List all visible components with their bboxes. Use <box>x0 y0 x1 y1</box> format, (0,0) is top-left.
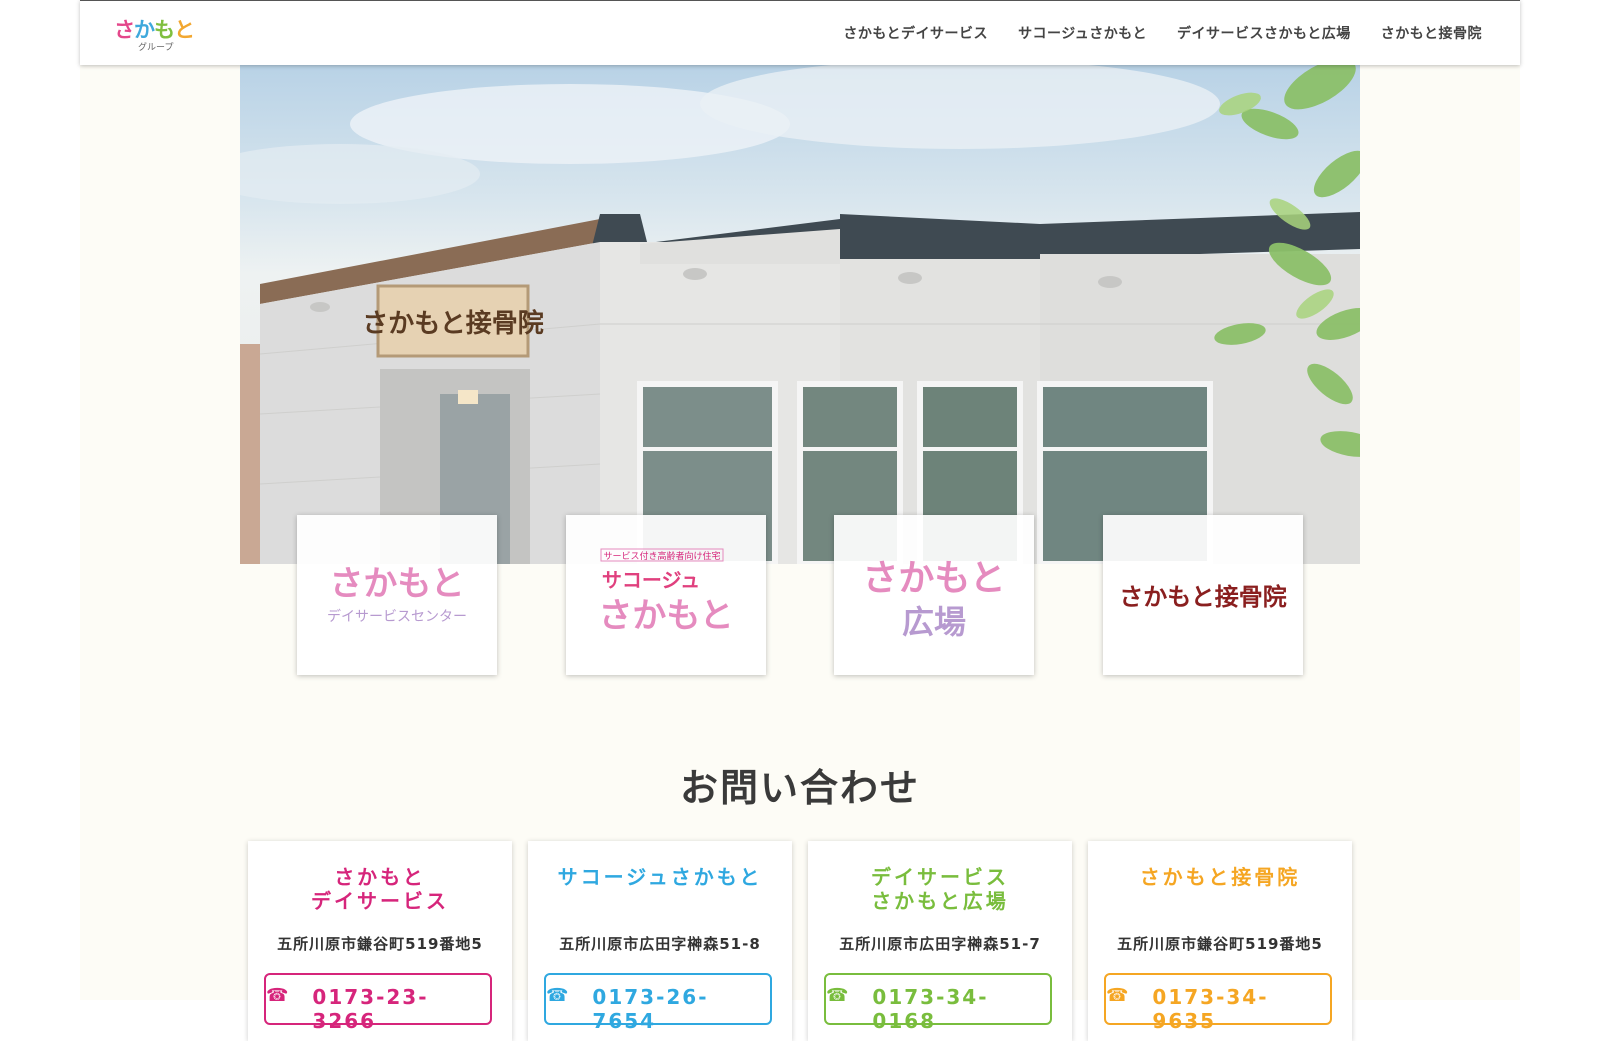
contact-card-seikotsuin: さかもと接骨院 五所川原市鎌谷町519番地5 ☎ 0173-34-9635 <box>1088 841 1352 1041</box>
phone-icon: ☎ <box>1106 985 1131 1006</box>
phone-number: 0173-23-3266 <box>312 985 429 1033</box>
contact-card-name: サコージュさかもと <box>557 865 763 889</box>
nav-item-sacouge[interactable]: サコージュさかもと <box>1018 23 1147 43</box>
phone-button[interactable]: ☎ 0173-23-3266 <box>264 973 492 1033</box>
svg-text:と: と <box>174 18 195 42</box>
nav-item-day-service[interactable]: さかもとデイサービス <box>843 23 988 43</box>
contact-card-name: さかもと デイサービス <box>311 865 449 913</box>
contact-card-sacouge: サコージュさかもと 五所川原市広田字榊森51-8 ☎ 0173-26-7654 <box>528 841 792 1041</box>
contact-card-name: デイサービス さかもと広場 <box>871 865 1009 913</box>
main-nav: さかもとデイサービス サコージュさかもと デイサービスさかもと広場 さかもと接骨… <box>843 1 1482 65</box>
facility-logo-main: さかもと <box>598 596 733 636</box>
facility-card-seikotsuin[interactable]: さかもと接骨院 <box>1103 515 1303 675</box>
phone-button[interactable]: ☎ 0173-34-9635 <box>1104 973 1332 1033</box>
contact-cards: さかもと デイサービス 五所川原市鎌谷町519番地5 ☎ 0173-23-326… <box>248 841 1354 1041</box>
contact-card-address: 五所川原市広田字榊森51-8 <box>559 935 761 953</box>
facility-logo-main: さかもと <box>862 558 1005 599</box>
svg-text:さ: さ <box>114 18 135 42</box>
hero-image: さかもと接骨院 <box>240 64 1360 564</box>
phone-number: 0173-26-7654 <box>592 985 709 1033</box>
facility-logo-sub: 広場 <box>902 603 966 641</box>
facility-logo-main: さかもと接骨院 <box>1119 583 1287 611</box>
facility-card-sacouge[interactable]: サービス付き高齢者向け住宅 サコージュ さかもと <box>566 515 766 675</box>
facility-logo-top: サコージュ <box>602 568 700 592</box>
phone-icon: ☎ <box>266 985 291 1006</box>
contact-card-address: 五所川原市広田字榊森51-7 <box>839 935 1041 953</box>
phone-number: 0173-34-9635 <box>1152 985 1269 1033</box>
contact-card-day-service: さかもと デイサービス 五所川原市鎌谷町519番地5 ☎ 0173-23-326… <box>248 841 512 1041</box>
facility-logo-tag: サービス付き高齢者向け住宅 <box>603 550 720 562</box>
phone-icon: ☎ <box>826 985 851 1006</box>
phone-button[interactable]: ☎ 0173-26-7654 <box>544 973 772 1033</box>
facility-logo-main: さかもと <box>329 564 464 604</box>
phone-number: 0173-34-0168 <box>872 985 989 1033</box>
facility-logo-sub: デイサービスセンター <box>327 608 467 625</box>
logo-sub-text: グループ <box>138 41 173 51</box>
nav-item-hiroba[interactable]: デイサービスさかもと広場 <box>1177 23 1351 43</box>
contact-title: お問い合わせ <box>679 766 920 810</box>
contact-card-address: 五所川原市鎌谷町519番地5 <box>277 935 483 953</box>
phone-icon: ☎ <box>546 985 571 1006</box>
nav-item-seikotsuin[interactable]: さかもと接骨院 <box>1381 23 1482 43</box>
svg-text:か: か <box>134 18 155 42</box>
contact-card-address: 五所川原市鎌谷町519番地5 <box>1117 935 1323 953</box>
contact-card-hiroba: デイサービス さかもと広場 五所川原市広田字榊森51-7 ☎ 0173-34-0… <box>808 841 1072 1041</box>
hero-sign-text: さかもと接骨院 <box>362 308 543 339</box>
contact-card-name: さかもと接骨院 <box>1139 865 1301 889</box>
facility-card-day-service[interactable]: さかもと デイサービスセンター <box>297 515 497 675</box>
facility-card-hiroba[interactable]: さかもと 広場 <box>834 515 1034 675</box>
svg-text:も: も <box>154 18 175 42</box>
phone-button[interactable]: ☎ 0173-34-0168 <box>824 973 1052 1033</box>
site-header: さ か も と グループ さかもとデイサービス サコージュさかもと デイサービス… <box>80 0 1520 65</box>
site-logo[interactable]: さ か も と グループ <box>112 11 202 53</box>
